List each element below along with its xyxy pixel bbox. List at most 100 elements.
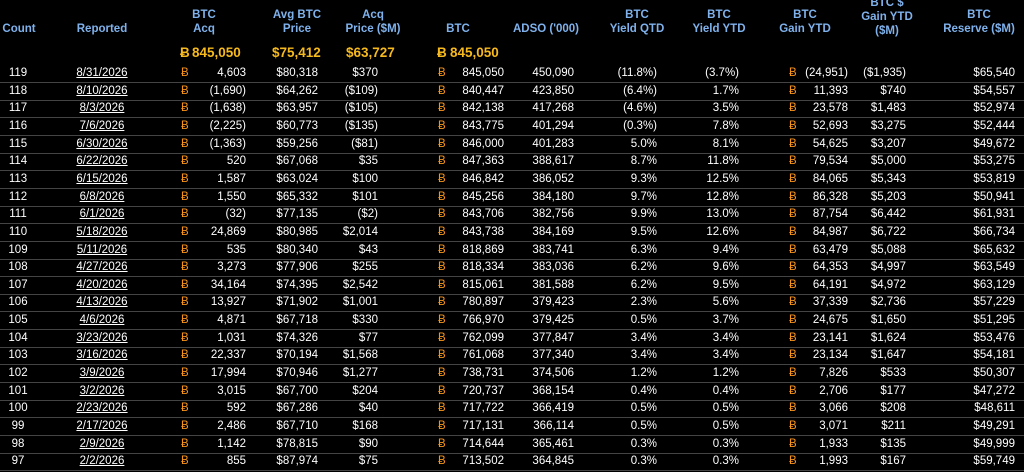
row-reported-link[interactable]: 8/3/2026 bbox=[64, 100, 140, 117]
row-reported-link[interactable]: 4/6/2026 bbox=[64, 312, 140, 329]
row-count[interactable]: 102 bbox=[0, 365, 36, 382]
row-count[interactable]: 114 bbox=[0, 153, 36, 170]
row-btc: 847,363 bbox=[462, 155, 504, 168]
header-count[interactable]: Count bbox=[2, 22, 36, 36]
table-row[interactable]: 114 6/22/2026 Ƀ 520 $67,068 $35 Ƀ 847,363 388,61… bbox=[0, 153, 1024, 172]
row-count[interactable]: 113 bbox=[0, 171, 36, 188]
row-count[interactable]: 119 bbox=[0, 65, 36, 82]
row-reported-link[interactable]: 3/9/2026 bbox=[64, 365, 140, 382]
table-row[interactable]: 119 8/31/2026 Ƀ 4,603 $80,318 $370 Ƀ 845,050 450… bbox=[0, 65, 1024, 83]
table-row[interactable]: 102 3/9/2026 Ƀ 17,994 $70,946 $1,277 Ƀ 738,731 3… bbox=[0, 365, 1024, 384]
header-avg-price[interactable]: Avg BTC Price bbox=[262, 8, 332, 36]
header-gain-usd[interactable]: BTC $ Gain YTD ($M) bbox=[852, 0, 922, 38]
header-btc[interactable]: BTC bbox=[440, 22, 476, 36]
row-yield-qtd: 6.2% bbox=[630, 261, 657, 274]
row-btc-acq: 3,015 bbox=[217, 384, 246, 397]
row-count[interactable]: 98 bbox=[0, 436, 36, 453]
row-reported-link[interactable]: 2/9/2026 bbox=[64, 436, 140, 453]
row-reported-link[interactable]: 2/17/2026 bbox=[64, 418, 140, 435]
row-reported-link[interactable]: 2/23/2026 bbox=[64, 400, 140, 417]
row-reported-link[interactable]: 7/6/2026 bbox=[64, 118, 140, 135]
row-count[interactable]: 112 bbox=[0, 189, 36, 206]
row-reserve: $50,941 bbox=[973, 190, 1015, 203]
row-count[interactable]: 116 bbox=[0, 118, 36, 135]
row-count[interactable]: 115 bbox=[0, 136, 36, 153]
row-gain-ytd: 87,754 bbox=[812, 208, 848, 221]
row-count[interactable]: 99 bbox=[0, 418, 36, 435]
row-btc: 846,842 bbox=[462, 172, 504, 185]
row-reported-link[interactable]: 6/22/2026 bbox=[64, 153, 140, 170]
table-row[interactable]: 116 7/6/2026 Ƀ (2,225) $60,773 ($135) Ƀ 843,775… bbox=[0, 118, 1024, 136]
row-count[interactable]: 105 bbox=[0, 312, 36, 329]
table-row[interactable]: 110 5/18/2026 Ƀ 24,869 $80,985 $2,014 Ƀ 843,738… bbox=[0, 224, 1024, 242]
header-yield-ytd[interactable]: BTC Yield YTD bbox=[684, 8, 754, 36]
row-reported-link[interactable]: 6/1/2026 bbox=[64, 206, 140, 223]
table-row[interactable]: 109 5/11/2026 Ƀ 535 $80,340 $43 Ƀ 818,869 383,74… bbox=[0, 242, 1024, 260]
table-row[interactable]: 105 4/6/2026 Ƀ 4,871 $67,718 $330 Ƀ 766,970 379,… bbox=[0, 312, 1024, 331]
header-acq-price[interactable]: Acq Price ($M) bbox=[336, 8, 410, 36]
header-btc-acq[interactable]: BTC Acq bbox=[178, 8, 230, 36]
table-row[interactable]: 117 8/3/2026 Ƀ (1,638) $63,957 ($105) Ƀ 842,138… bbox=[0, 100, 1024, 119]
header-yield-qtd-l2: Yield QTD bbox=[609, 23, 665, 35]
row-count[interactable]: 107 bbox=[0, 277, 36, 294]
row-count[interactable]: 111 bbox=[0, 206, 36, 223]
row-reported-link[interactable]: 5/18/2026 bbox=[64, 224, 140, 241]
row-btc: 762,099 bbox=[462, 331, 504, 344]
table-row[interactable]: 104 3/23/2026 Ƀ 1,031 $74,326 $77 Ƀ 762,099 377,… bbox=[0, 330, 1024, 348]
table-row[interactable]: 107 4/20/2026 Ƀ 34,164 $74,395 $2,542 Ƀ 815,061… bbox=[0, 277, 1024, 295]
row-adso: 383,036 bbox=[532, 261, 574, 274]
row-count[interactable]: 97 bbox=[0, 453, 36, 470]
header-adso[interactable]: ADSO ('000) bbox=[508, 22, 584, 36]
row-reported-link[interactable]: 2/2/2026 bbox=[64, 453, 140, 470]
row-reported-link[interactable]: 6/30/2026 bbox=[64, 136, 140, 153]
row-count[interactable]: 103 bbox=[0, 347, 36, 364]
row-count[interactable]: 100 bbox=[0, 400, 36, 417]
header-gain-ytd[interactable]: BTC Gain YTD bbox=[770, 8, 840, 36]
row-gain-ytd: 3,071 bbox=[819, 420, 848, 432]
table-row[interactable]: 112 6/8/2026 Ƀ 1,550 $65,332 $101 Ƀ 845,256 384,… bbox=[0, 189, 1024, 207]
row-reported-link[interactable]: 3/2/2026 bbox=[64, 383, 140, 400]
row-adso: 377,847 bbox=[532, 331, 574, 344]
row-count[interactable]: 104 bbox=[0, 330, 36, 347]
table-row[interactable]: 98 2/9/2026 Ƀ 1,142 $78,815 $90 Ƀ 714,644 365,46… bbox=[0, 436, 1024, 454]
table-row[interactable]: 106 4/13/2026 Ƀ 13,927 $71,902 $1,001 Ƀ 780,897… bbox=[0, 294, 1024, 313]
row-adso: 366,114 bbox=[533, 420, 574, 432]
row-adso: 450,090 bbox=[532, 67, 574, 79]
row-reported-link[interactable]: 4/20/2026 bbox=[64, 277, 140, 294]
row-reported-link[interactable]: 4/13/2026 bbox=[64, 294, 140, 311]
summary-btc-acq: 845,050 bbox=[192, 45, 241, 60]
table-row[interactable]: 99 2/17/2026 Ƀ 2,486 $67,710 $168 Ƀ 717,131 366,… bbox=[0, 418, 1024, 436]
row-reported-link[interactable]: 3/23/2026 bbox=[64, 330, 140, 347]
table-row[interactable]: 108 4/27/2026 Ƀ 3,273 $77,906 $255 Ƀ 818,334 383… bbox=[0, 259, 1024, 278]
row-reported-link[interactable]: 8/31/2026 bbox=[64, 65, 140, 82]
summary-btc: 845,050 bbox=[450, 45, 499, 60]
header-yield-qtd[interactable]: BTC Yield QTD bbox=[602, 8, 672, 36]
row-avg-price: $59,256 bbox=[276, 137, 318, 150]
row-reported-link[interactable]: 8/10/2026 bbox=[64, 83, 140, 100]
row-count[interactable]: 106 bbox=[0, 294, 36, 311]
row-reported-link[interactable]: 5/11/2026 bbox=[64, 242, 140, 259]
row-avg-price: $74,326 bbox=[276, 331, 318, 344]
table-row[interactable]: 115 6/30/2026 Ƀ (1,363) $59,256 ($81) Ƀ 846,000… bbox=[0, 136, 1024, 154]
header-reported[interactable]: Reported bbox=[64, 22, 140, 36]
table-row[interactable]: 111 6/1/2026 Ƀ (32) $77,135 ($2) Ƀ 843,706 382,7… bbox=[0, 206, 1024, 225]
row-reported-link[interactable]: 6/15/2026 bbox=[64, 171, 140, 188]
row-count[interactable]: 118 bbox=[0, 83, 36, 100]
row-count[interactable]: 108 bbox=[0, 259, 36, 276]
row-count[interactable]: 110 bbox=[0, 224, 36, 241]
table-row[interactable]: 101 3/2/2026 Ƀ 3,015 $67,700 $204 Ƀ 720,737 368,… bbox=[0, 383, 1024, 401]
row-reported-link[interactable]: 3/16/2026 bbox=[64, 347, 140, 364]
row-count[interactable]: 101 bbox=[0, 383, 36, 400]
table-row[interactable]: 118 8/10/2026 Ƀ (1,690) $64,262 ($109) Ƀ 840,44… bbox=[0, 83, 1024, 101]
row-yield-qtd: 8.7% bbox=[630, 155, 657, 168]
row-count[interactable]: 109 bbox=[0, 242, 36, 259]
row-reported-link[interactable]: 6/8/2026 bbox=[64, 189, 140, 206]
table-row[interactable]: 113 6/15/2026 Ƀ 1,587 $63,024 $100 Ƀ 846,842 386… bbox=[0, 171, 1024, 189]
header-reserve[interactable]: BTC Reserve ($M) bbox=[938, 8, 1020, 36]
row-reported-link[interactable]: 4/27/2026 bbox=[64, 259, 140, 276]
row-count[interactable]: 117 bbox=[0, 100, 36, 117]
table-row[interactable]: 100 2/23/2026 Ƀ 592 $67,286 $40 Ƀ 717,722 366,41… bbox=[0, 400, 1024, 419]
table-row[interactable]: 103 3/16/2026 Ƀ 22,337 $70,194 $1,568 Ƀ 761,068… bbox=[0, 347, 1024, 366]
table-row[interactable]: 97 2/2/2026 Ƀ 855 $87,974 $75 Ƀ 713,502 364,845 0… bbox=[0, 453, 1024, 472]
row-btc-acq: 22,337 bbox=[210, 349, 246, 362]
